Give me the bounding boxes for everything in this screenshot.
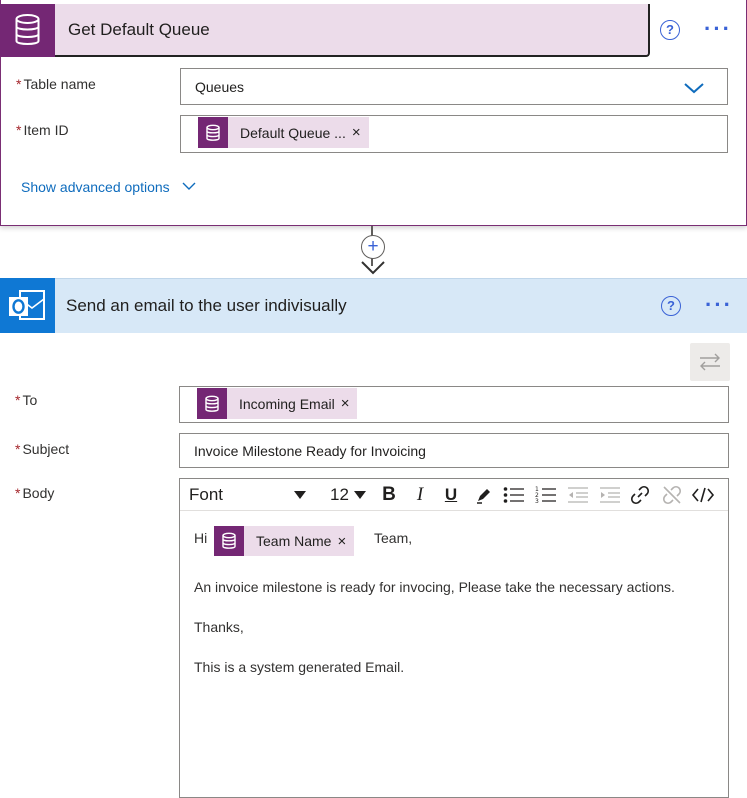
greeting-prefix: Hi <box>194 530 208 546</box>
insert-link-icon[interactable] <box>628 479 652 511</box>
table-name-value: Queues <box>195 79 245 95</box>
dataverse-icon <box>198 117 228 148</box>
body-line: An invoice milestone is ready for invoci… <box>194 579 675 595</box>
chevron-down-icon <box>182 182 196 190</box>
chevron-down-icon <box>684 83 704 94</box>
to-label: * To <box>15 392 38 408</box>
decrease-indent-icon[interactable] <box>566 479 590 511</box>
rich-text-toolbar: Font 12 B I U 123 <box>180 479 728 511</box>
outlook-icon <box>0 278 55 333</box>
table-name-label: * Table name <box>16 76 96 92</box>
dataverse-icon <box>197 388 227 419</box>
token-label: Incoming Email <box>239 395 335 412</box>
dynamic-content-token[interactable]: Default Queue ... × <box>198 117 369 148</box>
item-id-field[interactable]: Default Queue ... × <box>180 115 728 153</box>
increase-indent-icon[interactable] <box>598 479 622 511</box>
switch-icon[interactable] <box>690 343 730 381</box>
underline-button[interactable]: U <box>440 479 462 511</box>
remove-token-icon[interactable]: × <box>341 395 358 412</box>
token-label: Team Name <box>256 533 332 549</box>
item-id-label: * Item ID <box>16 122 69 138</box>
help-icon[interactable]: ? <box>661 296 681 316</box>
dynamic-content-token[interactable]: Incoming Email × <box>197 388 358 419</box>
help-icon[interactable]: ? <box>660 20 680 40</box>
body-line: This is a system generated Email. <box>194 659 405 675</box>
bulleted-list-icon[interactable] <box>502 479 526 511</box>
dataverse-icon <box>214 526 244 556</box>
bold-button[interactable]: B <box>378 479 400 511</box>
remove-link-icon[interactable] <box>660 479 684 511</box>
font-size-select[interactable]: 12 <box>318 479 370 511</box>
action-title[interactable]: Send an email to the user indivisually <box>66 296 347 316</box>
body-label: * Body <box>15 485 55 501</box>
token-label: Default Queue ... <box>240 124 346 141</box>
body-line: Thanks, <box>194 619 244 635</box>
remove-token-icon[interactable]: × <box>352 124 369 141</box>
dynamic-content-token[interactable]: Team Name × <box>214 526 355 556</box>
numbered-list-icon[interactable]: 123 <box>534 479 558 511</box>
svg-text:3: 3 <box>535 498 539 504</box>
dataverse-icon <box>0 4 55 57</box>
more-options-icon[interactable]: ··· <box>704 18 732 40</box>
italic-button[interactable]: I <box>410 479 430 511</box>
action-title[interactable]: Get Default Queue <box>68 20 210 40</box>
dropdown-triangle-icon <box>294 491 306 499</box>
subject-value: Invoice Milestone Ready for Invoicing <box>194 443 426 459</box>
subject-input[interactable]: Invoice Milestone Ready for Invoicing <box>179 433 729 468</box>
to-field[interactable]: Incoming Email × <box>179 386 729 423</box>
highlight-pen-icon[interactable] <box>472 479 496 511</box>
code-view-icon[interactable] <box>690 479 716 511</box>
more-options-icon[interactable]: ··· <box>705 294 733 316</box>
remove-token-icon[interactable]: × <box>337 533 354 550</box>
show-advanced-options-link[interactable]: Show advanced options <box>21 179 196 195</box>
subject-label: * Subject <box>15 441 70 457</box>
dropdown-triangle-icon <box>354 491 366 499</box>
arrow-down-icon <box>361 261 385 275</box>
font-family-select[interactable]: Font <box>184 479 310 511</box>
greeting-suffix: Team, <box>374 530 413 546</box>
table-name-dropdown[interactable]: Queues <box>180 68 728 105</box>
add-step-icon[interactable]: + <box>361 235 385 259</box>
